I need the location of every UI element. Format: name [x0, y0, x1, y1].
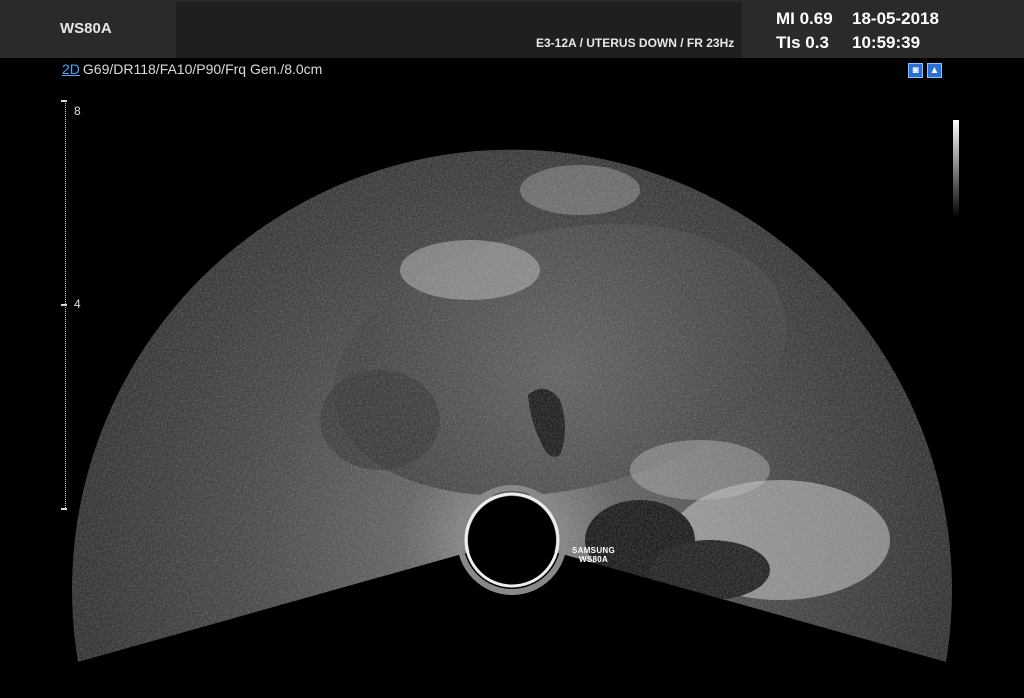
watermark: SAMSUNG WS80A — [572, 546, 615, 564]
watermark-line1: SAMSUNG — [572, 546, 615, 555]
tool-icons: ◙ ▲ — [908, 63, 942, 78]
depth-scale — [61, 100, 73, 510]
watermark-line2: WS80A — [578, 555, 609, 564]
ultrasound-image[interactable] — [0, 0, 1024, 698]
mode-label[interactable]: 2D — [62, 61, 80, 77]
grayscale-bar — [953, 120, 959, 218]
exam-date: 18-05-2018 — [852, 9, 939, 28]
header-bar: WS80A E3-12A / UTERUS DOWN / FR 23Hz MI … — [0, 0, 1024, 58]
depth-label-top: 8 — [74, 104, 81, 118]
settings-text: G69/DR118/FA10/P90/Frq Gen./8.0cm — [82, 61, 323, 77]
thermal-index: TIs 0.3 — [776, 33, 829, 52]
report-icon[interactable]: ▲ — [927, 63, 942, 78]
depth-label-mid: 4 — [74, 297, 81, 311]
exam-time: 10:59:39 — [852, 33, 921, 52]
mechanical-index: MI 0.69 — [776, 9, 833, 28]
camera-icon[interactable]: ◙ — [908, 63, 923, 78]
imaging-parameters: 2D G69/DR118/FA10/P90/Frq Gen./8.0cm — [62, 61, 322, 77]
probe-preset-label: E3-12A / UTERUS DOWN / FR 23Hz — [536, 36, 735, 50]
device-brand: WS80A — [60, 20, 112, 37]
